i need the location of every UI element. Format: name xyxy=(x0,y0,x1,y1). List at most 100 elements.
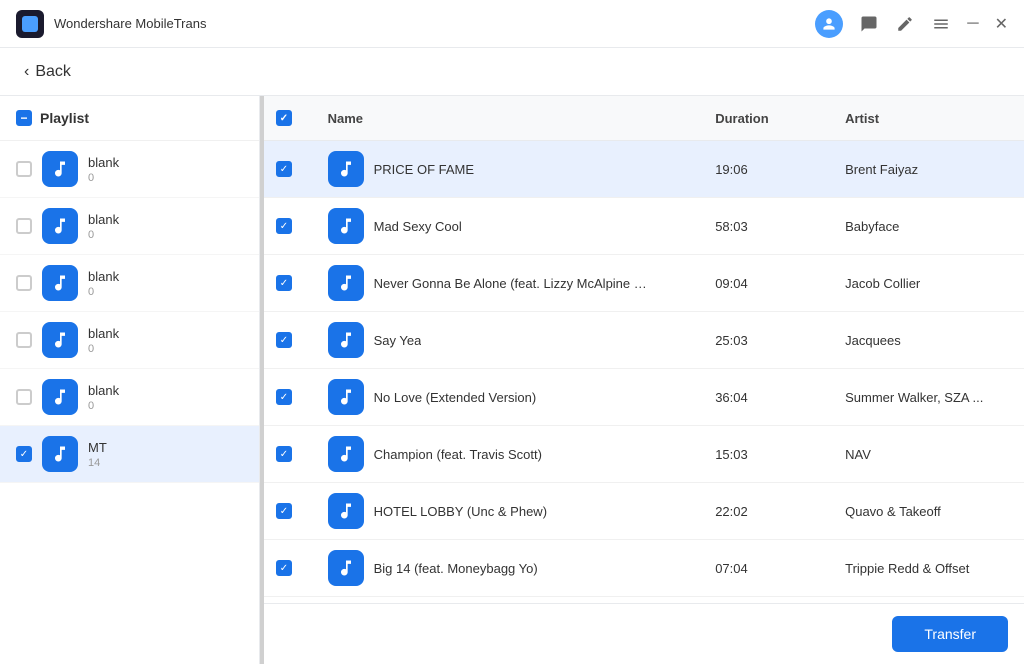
message-icon[interactable] xyxy=(859,14,879,34)
track-duration-4: 25:03 xyxy=(699,312,829,369)
sidebar-checkbox-1[interactable] xyxy=(16,161,32,177)
track-duration-1: 19:06 xyxy=(699,141,829,198)
track-icon-6 xyxy=(328,436,364,472)
sidebar-item-6[interactable]: MT 14 xyxy=(0,426,259,483)
titlebar-right: ─ ✕ xyxy=(815,10,1008,38)
select-all-checkbox[interactable] xyxy=(276,110,292,126)
playlist-name-6: MT xyxy=(88,440,243,455)
music-icon-5 xyxy=(42,379,78,415)
playlist-name-4: blank xyxy=(88,326,243,341)
sidebar-header: Playlist xyxy=(0,96,259,141)
track-artist-8: Trippie Redd & Offset xyxy=(829,540,1024,597)
playlist-header-checkbox[interactable] xyxy=(16,110,32,126)
bottom-bar: Transfer xyxy=(264,603,1024,664)
playlist-name-2: blank xyxy=(88,212,243,227)
music-icon-6 xyxy=(42,436,78,472)
table-row[interactable]: HOTEL LOBBY (Unc & Phew) 22:02Quavo & Tak… xyxy=(264,483,1024,540)
track-icon-8 xyxy=(328,550,364,586)
track-duration-7: 22:02 xyxy=(699,483,829,540)
playlist-info-1: blank 0 xyxy=(88,155,243,184)
back-label: Back xyxy=(35,63,71,81)
sidebar-header-label: Playlist xyxy=(40,110,89,126)
back-chevron-icon: ‹ xyxy=(24,63,29,81)
track-icon-3 xyxy=(328,265,364,301)
row-checkbox-6[interactable] xyxy=(276,446,292,462)
sidebar-checkbox-3[interactable] xyxy=(16,275,32,291)
main-content: Playlist blank 0 blank 0 xyxy=(0,96,1024,664)
track-icon-5 xyxy=(328,379,364,415)
music-icon-4 xyxy=(42,322,78,358)
track-artist-5: Summer Walker, SZA ... xyxy=(829,369,1024,426)
track-icon-7 xyxy=(328,493,364,529)
col-header-duration: Duration xyxy=(699,96,829,141)
track-duration-6: 15:03 xyxy=(699,426,829,483)
row-checkbox-8[interactable] xyxy=(276,560,292,576)
sidebar-checkbox-2[interactable] xyxy=(16,218,32,234)
row-checkbox-5[interactable] xyxy=(276,389,292,405)
row-checkbox-7[interactable] xyxy=(276,503,292,519)
sidebar-checkbox-4[interactable] xyxy=(16,332,32,348)
track-artist-7: Quavo & Takeoff xyxy=(829,483,1024,540)
edit-icon[interactable] xyxy=(895,14,915,34)
track-table-container: Name Duration Artist PRICE OF FAME19:06B… xyxy=(264,96,1024,603)
sidebar-item-4[interactable]: blank 0 xyxy=(0,312,259,369)
track-duration-2: 58:03 xyxy=(699,198,829,255)
table-row[interactable]: PRICE OF FAME19:06Brent Faiyaz xyxy=(264,141,1024,198)
playlist-name-5: blank xyxy=(88,383,243,398)
table-row[interactable]: Say Yea25:03Jacquees xyxy=(264,312,1024,369)
table-row[interactable]: Never Gonna Be Alone (feat. Lizzy McAlpi… xyxy=(264,255,1024,312)
track-name-6: Champion (feat. Travis Scott) xyxy=(374,447,542,462)
playlist-count-3: 0 xyxy=(88,286,243,298)
sidebar-item-5[interactable]: blank 0 xyxy=(0,369,259,426)
track-name-2: Mad Sexy Cool xyxy=(374,219,462,234)
track-table: Name Duration Artist PRICE OF FAME19:06B… xyxy=(264,96,1024,597)
playlist-count-5: 0 xyxy=(88,400,243,412)
playlist-name-1: blank xyxy=(88,155,243,170)
row-checkbox-1[interactable] xyxy=(276,161,292,177)
right-panel: Name Duration Artist PRICE OF FAME19:06B… xyxy=(264,96,1024,664)
titlebar-left: Wondershare MobileTrans xyxy=(16,10,206,38)
track-icon-2 xyxy=(328,208,364,244)
user-avatar-icon[interactable] xyxy=(815,10,843,38)
sidebar-checkbox-5[interactable] xyxy=(16,389,32,405)
back-button[interactable]: ‹ Back xyxy=(24,63,71,81)
playlist-count-6: 14 xyxy=(88,457,243,469)
titlebar: Wondershare MobileTrans ─ ✕ xyxy=(0,0,1024,48)
track-artist-3: Jacob Collier xyxy=(829,255,1024,312)
track-name-8: Big 14 (feat. Moneybagg Yo) xyxy=(374,561,538,576)
sidebar-checkbox-6[interactable] xyxy=(16,446,32,462)
playlist-info-6: MT 14 xyxy=(88,440,243,469)
playlist-info-3: blank 0 xyxy=(88,269,243,298)
minimize-button[interactable]: ─ xyxy=(967,15,978,33)
playlist-name-3: blank xyxy=(88,269,243,284)
track-duration-3: 09:04 xyxy=(699,255,829,312)
sidebar-item-1[interactable]: blank 0 xyxy=(0,141,259,198)
music-icon-3 xyxy=(42,265,78,301)
transfer-button[interactable]: Transfer xyxy=(892,616,1008,652)
playlist-info-4: blank 0 xyxy=(88,326,243,355)
table-row[interactable]: Big 14 (feat. Moneybagg Yo) 07:04Trippie … xyxy=(264,540,1024,597)
track-icon-1 xyxy=(328,151,364,187)
table-row[interactable]: Mad Sexy Cool 58:03Babyface xyxy=(264,198,1024,255)
track-artist-2: Babyface xyxy=(829,198,1024,255)
row-checkbox-3[interactable] xyxy=(276,275,292,291)
table-row[interactable]: Champion (feat. Travis Scott)15:03NAV xyxy=(264,426,1024,483)
row-checkbox-2[interactable] xyxy=(276,218,292,234)
sidebar-item-2[interactable]: blank 0 xyxy=(0,198,259,255)
track-name-7: HOTEL LOBBY (Unc & Phew) xyxy=(374,504,547,519)
sidebar-item-3[interactable]: blank 0 xyxy=(0,255,259,312)
sidebar: Playlist blank 0 blank 0 xyxy=(0,96,260,664)
table-header-row: Name Duration Artist xyxy=(264,96,1024,141)
menu-icon[interactable] xyxy=(931,14,951,34)
close-button[interactable]: ✕ xyxy=(995,14,1008,34)
col-header-name: Name xyxy=(312,96,700,141)
playlist-count-4: 0 xyxy=(88,343,243,355)
music-icon-1 xyxy=(42,151,78,187)
row-checkbox-4[interactable] xyxy=(276,332,292,348)
playlist-count-2: 0 xyxy=(88,229,243,241)
track-name-5: No Love (Extended Version) xyxy=(374,390,537,405)
col-header-checkbox[interactable] xyxy=(264,96,312,141)
table-row[interactable]: No Love (Extended Version)36:04Summer Wa… xyxy=(264,369,1024,426)
track-name-1: PRICE OF FAME xyxy=(374,162,474,177)
track-duration-8: 07:04 xyxy=(699,540,829,597)
